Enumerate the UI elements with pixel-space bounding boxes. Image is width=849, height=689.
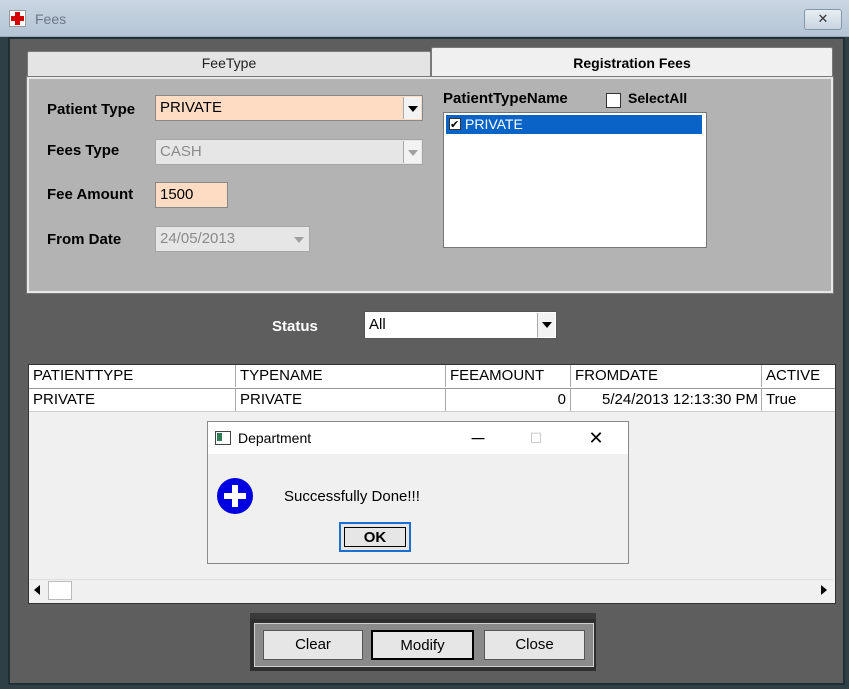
window-title: Fees xyxy=(35,11,67,27)
list-item[interactable]: PRIVATE xyxy=(446,115,702,135)
fee-amount-input[interactable]: 1500 xyxy=(155,182,228,208)
column-header-typename[interactable]: TYPENAME xyxy=(236,365,446,387)
maximize-icon: ☐ xyxy=(529,430,543,446)
patient-type-label: Patient Type xyxy=(47,101,136,118)
department-dialog: Department ─ ☐ ✕ Successfully Done!!! OK xyxy=(207,421,629,564)
fee-amount-label: Fee Amount xyxy=(47,186,134,203)
window-titlebar: Fees ✕ xyxy=(0,0,849,37)
select-all-label: SelectAll xyxy=(628,90,688,106)
tab-feetype[interactable]: FeeType xyxy=(27,51,431,76)
chevron-down-icon[interactable] xyxy=(403,141,421,163)
horizontal-scrollbar[interactable] xyxy=(29,579,833,600)
tab-strip: FeeType Registration Fees xyxy=(27,47,833,78)
column-header-active[interactable]: ACTIVE xyxy=(762,365,835,387)
chevron-down-icon[interactable] xyxy=(537,313,555,337)
chevron-down-icon[interactable] xyxy=(403,97,421,119)
status-value: All xyxy=(369,316,386,333)
cell-active[interactable]: True xyxy=(762,389,835,411)
cell-typename[interactable]: PRIVATE xyxy=(236,389,446,411)
close-button[interactable]: Close xyxy=(484,630,585,660)
cell-patienttype[interactable]: PRIVATE xyxy=(29,389,236,411)
scrollbar-thumb[interactable] xyxy=(48,581,72,600)
patient-type-listbox[interactable]: PRIVATE xyxy=(443,112,707,248)
select-all-checkbox[interactable] xyxy=(606,93,621,108)
fees-type-value: CASH xyxy=(160,143,202,160)
ok-button-label: OK xyxy=(344,527,406,547)
status-dropdown[interactable]: All xyxy=(364,311,557,339)
registration-fees-panel: Patient Type PRIVATE Fees Type CASH Fee … xyxy=(26,76,834,294)
tab-registration-fees[interactable]: Registration Fees xyxy=(431,47,833,78)
button-bar: Clear Modify Close xyxy=(250,613,596,671)
close-icon[interactable]: ✕ xyxy=(581,426,611,450)
modify-button[interactable]: Modify xyxy=(371,630,474,660)
minimize-icon[interactable]: ─ xyxy=(463,426,493,450)
patient-type-name-header: PatientTypeName xyxy=(443,90,568,107)
cell-feeamount[interactable]: 0 xyxy=(446,389,571,411)
window-app-icon xyxy=(215,431,231,445)
cell-fromdate[interactable]: 5/24/2013 12:13:30 PM xyxy=(571,389,762,411)
column-header-feeamount[interactable]: FEEAMOUNT xyxy=(446,365,571,387)
fees-type-dropdown[interactable]: CASH xyxy=(155,139,423,165)
ok-button[interactable]: OK xyxy=(339,522,411,552)
fees-form: FeeType Registration Fees Patient Type P… xyxy=(8,37,845,685)
dialog-title: Department xyxy=(238,430,312,446)
scroll-left-icon[interactable] xyxy=(30,582,46,598)
chevron-down-icon[interactable] xyxy=(290,228,308,250)
button-bar-inner: Clear Modify Close xyxy=(254,623,594,667)
from-date-picker[interactable]: 24/05/2013 xyxy=(155,226,310,252)
checkbox-checked-icon[interactable] xyxy=(449,116,461,135)
column-header-fromdate[interactable]: FROMDATE xyxy=(571,365,762,387)
dialog-message: Successfully Done!!! xyxy=(284,488,420,505)
from-date-label: From Date xyxy=(47,231,122,248)
patient-type-dropdown[interactable]: PRIVATE xyxy=(155,95,423,121)
app-cross-icon xyxy=(9,10,26,27)
scroll-right-icon[interactable] xyxy=(815,582,831,598)
window-close-button[interactable]: ✕ xyxy=(804,9,842,30)
status-label: Status xyxy=(272,318,318,335)
fees-type-label: Fees Type xyxy=(47,142,120,159)
clear-button[interactable]: Clear xyxy=(263,630,363,660)
info-cross-icon xyxy=(217,478,253,514)
table-row[interactable]: PRIVATE PRIVATE 0 5/24/2013 12:13:30 PM … xyxy=(29,389,835,412)
patient-type-value: PRIVATE xyxy=(160,99,222,116)
grid-header: PATIENTTYPE TYPENAME FEEAMOUNT FROMDATE … xyxy=(29,365,835,389)
dialog-titlebar: Department ─ ☐ ✕ xyxy=(208,422,628,454)
from-date-value: 24/05/2013 xyxy=(160,230,236,247)
list-item-label: PRIVATE xyxy=(465,116,523,132)
column-header-patienttype[interactable]: PATIENTTYPE xyxy=(29,365,236,387)
